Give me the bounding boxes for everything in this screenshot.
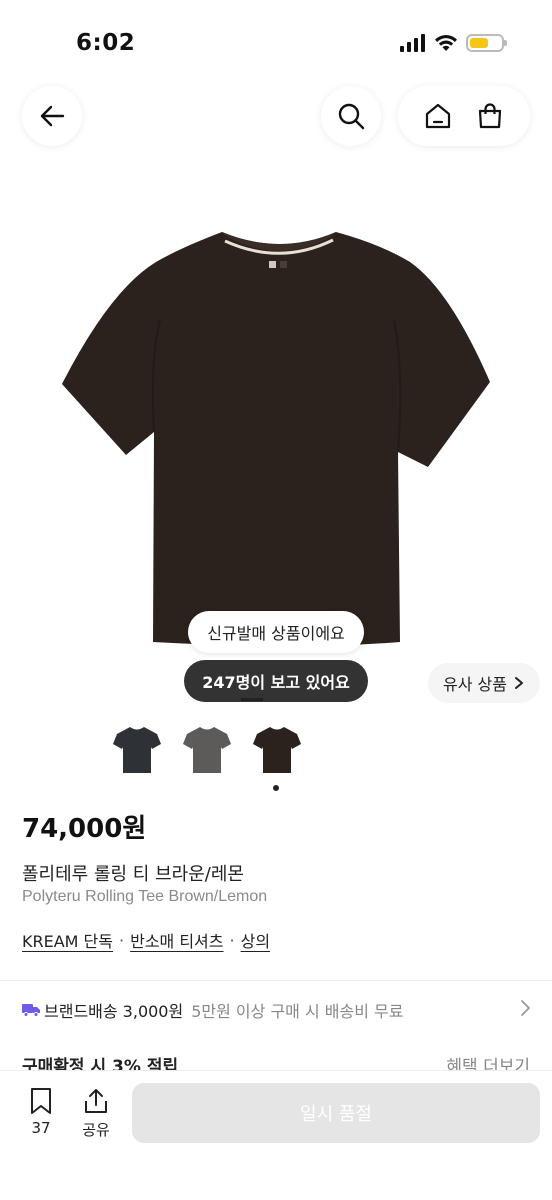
purchase-reward: 구매확정 시 3% 적립: [22, 1057, 179, 1072]
similar-products-label: 유사 상품: [443, 675, 507, 694]
bookmark-button[interactable]: 37: [21, 1087, 61, 1137]
thumbnail-brown[interactable]: [252, 724, 302, 774]
section-divider: [0, 980, 552, 981]
chevron-right-icon: [514, 677, 523, 689]
delivery-info-row[interactable]: 브랜드배송 3,000원 5만원 이상 구매 시 배송비 무료: [22, 998, 532, 1022]
free-shipping-note: 5만원 이상 구매 시 배송비 무료: [191, 1002, 404, 1021]
cart-button[interactable]: [474, 100, 506, 132]
status-icons: [400, 34, 507, 52]
arrow-left-icon: [40, 105, 65, 127]
tag-separator: ·: [229, 930, 235, 950]
bottom-action-bar: 37 공유 일시 품절: [0, 1070, 552, 1200]
bookmark-icon: [31, 1088, 51, 1114]
product-tags: KREAM 단독 · 반소매 티셔츠 · 상의: [22, 928, 270, 952]
viewers-badge: 247명이 보고 있어요: [184, 660, 368, 702]
back-button[interactable]: [22, 86, 82, 146]
nav-action-group: [398, 86, 530, 146]
tshirt-icon: [183, 727, 231, 773]
tag-link[interactable]: 반소매 티셔츠: [130, 928, 223, 952]
benefit-row[interactable]: 구매확정 시 3% 적립 혜택 더보기: [22, 1052, 530, 1072]
share-icon: [85, 1089, 107, 1113]
benefit-more-link[interactable]: 혜택 더보기: [446, 1052, 530, 1072]
tag-link[interactable]: 상의: [241, 928, 270, 952]
truck-icon: [22, 1004, 40, 1017]
delivery-fee: 브랜드배송 3,000원: [44, 1002, 184, 1021]
selected-thumbnail-dot: [273, 785, 279, 791]
search-icon: [338, 103, 365, 130]
similar-products-button[interactable]: 유사 상품: [428, 663, 540, 703]
share-button[interactable]: 공유: [76, 1087, 116, 1140]
search-button[interactable]: [321, 86, 381, 146]
wifi-icon: [435, 34, 457, 51]
temporarily-sold-out-button[interactable]: 일시 품절: [132, 1083, 540, 1143]
tag-separator: ·: [119, 930, 125, 950]
share-label: 공유: [82, 1121, 110, 1139]
product-price: 74,000원: [22, 814, 147, 844]
chevron-right-icon: [521, 1000, 530, 1016]
home-icon: [425, 103, 451, 129]
bookmark-count: 37: [31, 1119, 51, 1137]
product-name-en: Polyteru Rolling Tee Brown/Lemon: [22, 888, 268, 905]
status-time: 6:02: [76, 30, 136, 56]
tag-link[interactable]: KREAM 단독: [22, 928, 113, 952]
thumbnail-gray[interactable]: [182, 724, 232, 774]
tshirt-icon: [113, 727, 161, 773]
battery-icon: [466, 34, 507, 52]
image-indicator-line: [241, 698, 263, 701]
shopping-bag-icon: [478, 103, 502, 129]
new-release-badge: 신규발매 상품이에요: [188, 611, 364, 653]
product-name-ko: 폴리테루 롤링 티 브라운/레몬: [22, 864, 244, 885]
tshirt-icon: [253, 727, 301, 773]
status-bar: 6:02: [0, 0, 552, 90]
thumbnail-charcoal[interactable]: [112, 724, 162, 774]
signal-icon: [400, 34, 425, 52]
color-thumbnails: [112, 724, 302, 774]
home-button[interactable]: [422, 100, 454, 132]
